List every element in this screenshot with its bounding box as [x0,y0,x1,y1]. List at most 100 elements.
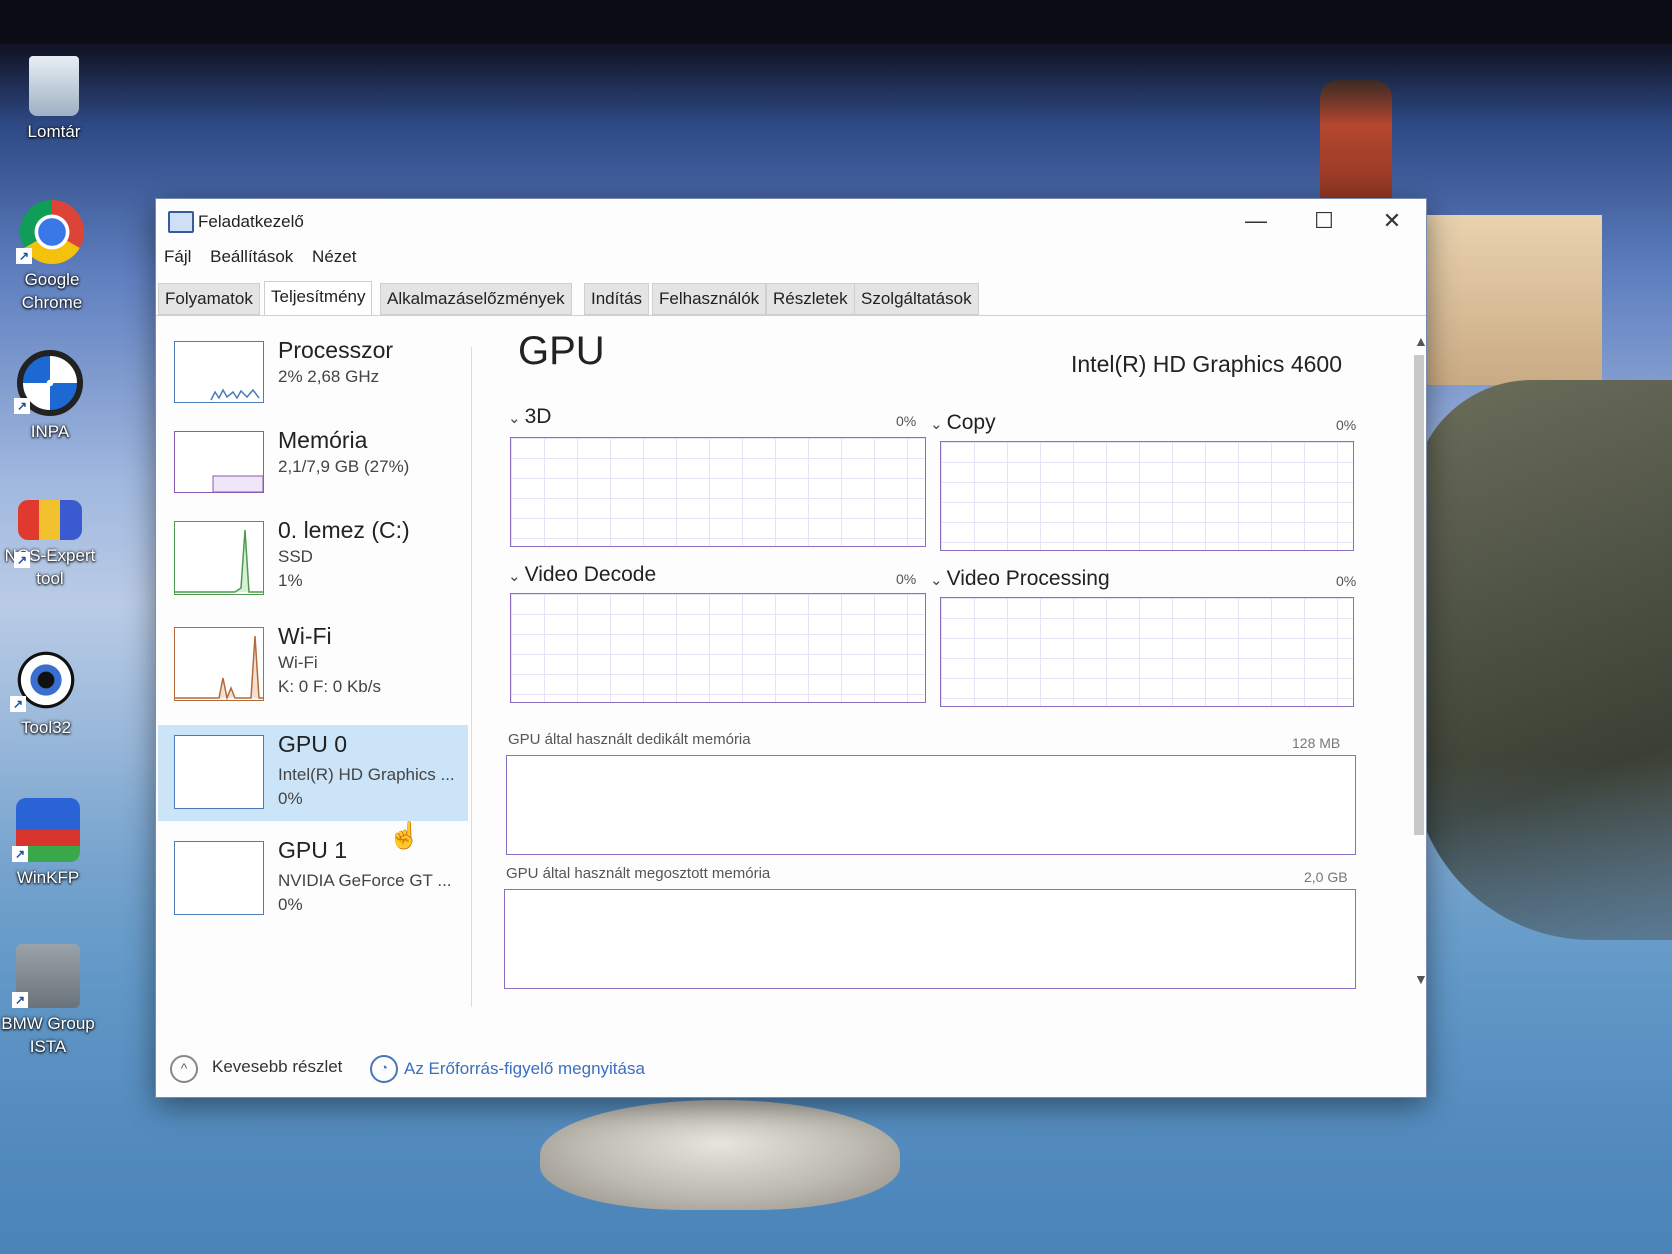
desktop-icon-label: INPA [30,422,70,441]
window-title: Feladatkezelő [198,212,304,231]
engine-selector-video-decode[interactable]: ⌄ Video Decode [508,563,656,587]
gpu0-thumbnail-graph [174,735,264,809]
engine-selector-3d[interactable]: ⌄ 3D [508,405,551,429]
wallpaper-building [1427,215,1602,385]
dedicated-memory-label: GPU által használt dedikált memória [508,731,751,748]
engine-label: Video Decode [524,563,657,586]
scroll-up-icon[interactable]: ▲ [1414,333,1428,349]
desktop-icon-ncs-expert[interactable]: ↗ NCS-Expert tool [0,500,100,590]
shortcut-arrow-icon: ↗ [14,398,30,414]
chevron-down-icon: ⌄ [930,572,943,589]
sidebar-item-detail: Wi-Fi [278,653,318,672]
desktop-icon-label: Google Chrome [21,270,83,312]
screen-top-bezel [0,0,1672,44]
sidebar-item-cpu[interactable]: Processzor 2% 2,68 GHz [158,331,468,427]
desktop-icon-inpa[interactable]: ↗ INPA [0,350,100,443]
tab-users[interactable]: Felhasználók [652,283,767,315]
shortcut-arrow-icon: ↗ [14,552,30,568]
shortcut-arrow-icon: ↗ [12,846,28,862]
sidebar-item-detail: Intel(R) HD Graphics ... [278,765,455,784]
tab-processes[interactable]: Folyamatok [158,283,260,315]
engine-percent: 0% [1336,573,1357,589]
recycle-bin-icon [29,56,79,116]
sidebar-item-usage: K: 0 F: 0 Kb/s [278,677,381,696]
gpu1-thumbnail-graph [174,841,264,915]
open-resource-monitor-link[interactable]: Az Erőforrás-figyelő megnyitása [404,1059,645,1079]
desktop-icon-winkfp[interactable]: ↗ WinKFP [0,798,98,889]
engine-label: 3D [524,405,552,428]
dedicated-memory-max: 128 MB [1292,735,1341,751]
sidebar-item-disk[interactable]: 0. lemez (C:) SSD 1% [158,511,468,607]
sidebar-item-title: 0. lemez (C:) [278,517,410,543]
shortcut-arrow-icon: ↗ [16,248,32,264]
sidebar-item-usage: 1% [278,571,303,590]
footer-bar: ^ Kevesebb részlet ◔ Az Erőforrás-figyel… [164,1051,1364,1091]
sidebar-item-detail: 2% 2,68 GHz [278,367,380,386]
menu-settings[interactable]: Beállítások [210,247,293,266]
cpu-thumbnail-graph [174,341,264,403]
engine-graph-copy [940,441,1354,551]
page-title: GPU [518,329,605,373]
tab-divider [156,315,1426,316]
menu-bar: Fájl Beállítások Nézet [164,247,370,273]
tab-services[interactable]: Szolgáltatások [854,283,979,315]
chevron-up-icon[interactable]: ^ [170,1055,198,1083]
menu-file[interactable]: Fájl [164,247,191,266]
tab-app-history[interactable]: Alkalmazáselőzmények [380,283,572,315]
engine-percent: 0% [896,571,917,587]
desktop-icon-recycle-bin[interactable]: Lomtár [4,56,104,143]
tab-startup[interactable]: Indítás [584,283,650,315]
sidebar-divider [471,347,472,1007]
engine-graph-video-processing [940,597,1354,707]
wifi-thumbnail-graph [174,627,264,701]
scrollbar-thumb[interactable] [1414,355,1424,835]
gpu-detail-panel: GPU Intel(R) HD Graphics 4600 ⌄ 3D 0% ⌄ Co… [496,321,1396,1041]
tab-details[interactable]: Részletek [766,283,855,315]
scroll-down-icon[interactable]: ▼ [1414,971,1428,987]
sidebar-item-title: GPU 0 [278,731,348,757]
vertical-scrollbar[interactable]: ▲ ▼ [1414,325,1428,995]
maximize-button[interactable]: ☐ [1294,203,1354,239]
desktop-icon-label: BMW Group ISTA [1,1014,95,1056]
desktop-icon-label: Lomtár [27,122,81,141]
task-manager-icon [168,211,194,233]
sidebar-item-title: Wi-Fi [278,623,332,649]
sidebar-item-detail: 2,1/7,9 GB (27%) [278,457,410,476]
dedicated-memory-graph [506,755,1356,855]
title-bar[interactable]: Feladatkezelő — ☐ ✕ [156,199,1426,243]
fewer-details-link[interactable]: Kevesebb részlet [212,1057,342,1077]
minimize-button[interactable]: — [1226,203,1286,239]
shared-memory-max: 2,0 GB [1304,869,1348,885]
sidebar-item-gpu0[interactable]: GPU 0 Intel(R) HD Graphics ... 0% [158,725,468,821]
sidebar-item-title: GPU 1 [278,837,348,863]
disk-thumbnail-graph [174,521,264,595]
engine-label: Video Processing [946,567,1110,590]
engine-selector-copy[interactable]: ⌄ Copy [930,411,996,435]
engine-graph-3d [510,437,926,547]
wallpaper-rock [540,1100,900,1210]
sidebar-item-usage: 0% [278,789,303,808]
shortcut-arrow-icon: ↗ [10,696,26,712]
desktop-icon-label: Tool32 [20,718,72,737]
engine-percent: 0% [1336,417,1357,433]
task-manager-window: Feladatkezelő — ☐ ✕ Fájl Beállítások Néz… [155,198,1428,1098]
performance-sidebar: Processzor 2% 2,68 GHz Memória 2,1/7,9 G… [158,321,468,1041]
engine-label: Copy [946,411,996,434]
ncs-expert-icon [18,500,82,540]
menu-view[interactable]: Nézet [312,247,356,266]
tab-performance[interactable]: Teljesítmény [264,281,373,316]
desktop-icon-tool32[interactable]: ↗ Tool32 [0,648,96,739]
close-button[interactable]: ✕ [1362,203,1422,239]
desktop-icon-ista[interactable]: ↗ BMW Group ISTA [0,944,98,1058]
engine-selector-video-processing[interactable]: ⌄ Video Processing [930,567,1110,591]
sidebar-item-memory[interactable]: Memória 2,1/7,9 GB (27%) [158,421,468,517]
sidebar-item-usage: 0% [278,895,303,914]
shared-memory-label: GPU által használt megosztott memória [506,865,771,882]
resource-monitor-icon[interactable]: ◔ [370,1055,398,1083]
gpu-model-name: Intel(R) HD Graphics 4600 [1071,351,1342,377]
wallpaper-lighthouse [1320,80,1392,210]
desktop-icon-chrome[interactable]: ↗ Google Chrome [2,200,102,314]
sidebar-item-wifi[interactable]: Wi-Fi Wi-Fi K: 0 F: 0 Kb/s [158,617,468,713]
sidebar-item-gpu1[interactable]: GPU 1 NVIDIA GeForce GT ... 0% [158,831,468,927]
sidebar-item-title: Processzor [278,337,394,363]
